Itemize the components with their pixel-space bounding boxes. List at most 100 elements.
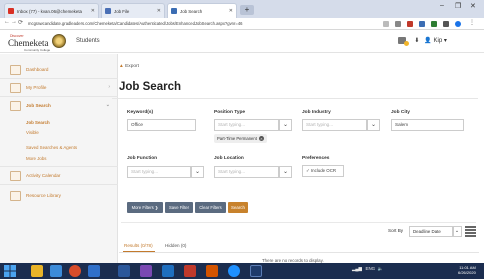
clock[interactable]: 11:01 AM 6/26/2020 [458,265,476,275]
checkmark-icon: ✓ [306,168,310,173]
book-icon [10,191,21,201]
job-location-label: Job Location [214,156,244,161]
browser-tab-inbox[interactable]: Inbox (77) - kvan.06@chemeketa ✕ [4,3,99,18]
language-indicator[interactable]: ENG [366,266,376,271]
sidebar-subitem-visible[interactable]: Visible [26,130,39,135]
close-icon[interactable]: ✕ [229,8,233,14]
app-icon[interactable] [250,265,262,277]
volume-icon[interactable]: 🔈 [378,266,383,271]
close-icon[interactable]: ✕ [91,8,95,14]
job-industry-dropdown[interactable]: ⌄ [367,119,380,131]
keywords-label: Keyword(s) [127,110,154,115]
sidebar-item-label: Job Search [26,102,51,108]
job-location-input[interactable]: Start typing... [214,166,279,178]
chevron-down-icon: ⌄ [282,169,289,175]
extension-icon[interactable] [395,21,401,27]
section-title: Students [76,38,100,44]
avatar[interactable]: 👤 [424,38,431,44]
notifications-icon[interactable] [398,37,409,46]
position-type-chip[interactable]: Part-Time Permanent × [214,134,267,143]
tab-title: Job File [114,8,130,14]
logo-tagline: Community College [24,48,51,52]
grid-view-icon[interactable] [465,226,476,237]
extension-icon[interactable] [431,21,437,27]
job-function-input[interactable]: Start typing... [127,166,191,178]
chevron-right-icon: › [108,84,110,90]
keywords-input[interactable]: Office [127,119,196,131]
reload-icon[interactable]: ⟳ [18,19,23,26]
file-explorer-icon[interactable] [31,265,43,277]
sidebar-item-dashboard[interactable]: Dashboard [0,62,118,76]
close-window-icon[interactable]: ✕ [470,2,476,10]
sidebar-item-my-profile[interactable]: My Profile › [0,80,118,94]
chevron-down-icon: ⌄ [194,169,201,175]
extension-icon[interactable] [419,21,425,27]
sidebar-subitem-saved-searches[interactable]: Saved Searches & Agents [26,145,77,150]
header-user-area: ⬇ 👤 Kip ▾ [398,37,447,46]
chrome-icon[interactable] [69,265,81,277]
job-city-input[interactable]: Salem [391,119,464,131]
user-name[interactable]: Kip [434,38,443,44]
extension-icon[interactable] [407,21,413,27]
edge-icon[interactable] [228,265,240,277]
tab-results[interactable]: Results (0/78) [124,243,153,248]
network-icon[interactable]: ▂▄▆ [352,266,362,271]
system-tray[interactable]: ▂▄▆ ENG 🔈 [352,266,383,272]
onenote-icon[interactable] [140,265,152,277]
job-function-dropdown[interactable]: ⌄ [191,166,204,178]
extension-icon[interactable] [443,21,449,27]
browser-tab-job-search[interactable]: Job Search ✕ [167,3,237,18]
save-filter-button[interactable]: Save Filter [165,202,193,213]
app-icon[interactable] [88,265,100,277]
tab-title: Inbox (77) - kvan.06@chemeketa [17,8,82,14]
job-city-label: Job City [391,110,410,115]
app-icon[interactable] [162,265,174,277]
sidebar-item-job-search[interactable]: Job Search ⌄ [0,98,118,112]
job-location-dropdown[interactable]: ⌄ [279,166,292,178]
chevron-down-icon[interactable]: ▾ [444,38,447,44]
clock-date: 6/26/2020 [458,270,476,275]
chevron-down-icon[interactable]: ⌄ [452,226,462,237]
browser-tab-job-file[interactable]: Job File ✕ [101,3,165,18]
divider [112,98,478,99]
divider [0,78,118,79]
tab-title: Job Search [180,8,203,14]
profile-icon[interactable] [455,21,461,27]
position-type-input[interactable]: Start typing... [214,119,279,131]
forward-icon[interactable]: → [11,19,17,25]
sidebar-subitem-more-jobs[interactable]: More Jobs [26,156,47,161]
remove-chip-icon[interactable]: × [258,136,264,142]
new-tab-button[interactable]: + [240,5,254,15]
more-filters-button[interactable]: More Filters ❯ [127,202,163,213]
position-type-dropdown[interactable]: ⌄ [279,119,292,131]
job-industry-input[interactable]: Start typing... [302,119,367,131]
include-ocr-checkbox[interactable]: ✓ Include OCR [302,165,344,177]
search-button[interactable]: Search [228,202,248,213]
maximize-icon[interactable]: ❐ [455,2,461,10]
url-field[interactable]: mcgrawcandidate.gradleaders.com/Chemeket… [28,20,358,28]
divider [119,252,479,253]
clear-filters-button[interactable]: Clear Filters [195,202,226,213]
windows-start-icon[interactable] [4,265,16,277]
sort-select[interactable]: Deadline Date [409,226,454,237]
logo-wordmark[interactable]: Chemeketa [8,38,48,48]
app-icon[interactable] [50,265,62,277]
powerpoint-icon[interactable] [206,265,218,277]
sidebar-subitem-job-search[interactable]: Job Search [26,120,50,125]
close-icon[interactable]: ✕ [157,8,161,14]
tab-hidden[interactable]: Hidden (0) [165,243,186,248]
export-link[interactable]: ▲ Export [119,64,139,69]
sidebar-item-activity-calendar[interactable]: Activity Calendar [0,168,118,182]
job-industry-label: Job Industry [302,110,331,115]
sidebar-item-resource-library[interactable]: Resource Library [0,188,118,202]
briefcase-icon [10,101,21,111]
star-icon[interactable] [383,21,389,27]
calendar-icon [10,171,21,181]
menu-icon[interactable]: ⋮ [469,19,475,26]
download-icon[interactable]: ⬇ [414,38,419,44]
acrobat-icon[interactable] [184,265,196,277]
preferences-label: Preferences [302,156,330,161]
word-icon[interactable] [118,265,130,277]
minimize-icon[interactable]: – [440,2,444,9]
back-icon[interactable]: ← [4,19,10,25]
